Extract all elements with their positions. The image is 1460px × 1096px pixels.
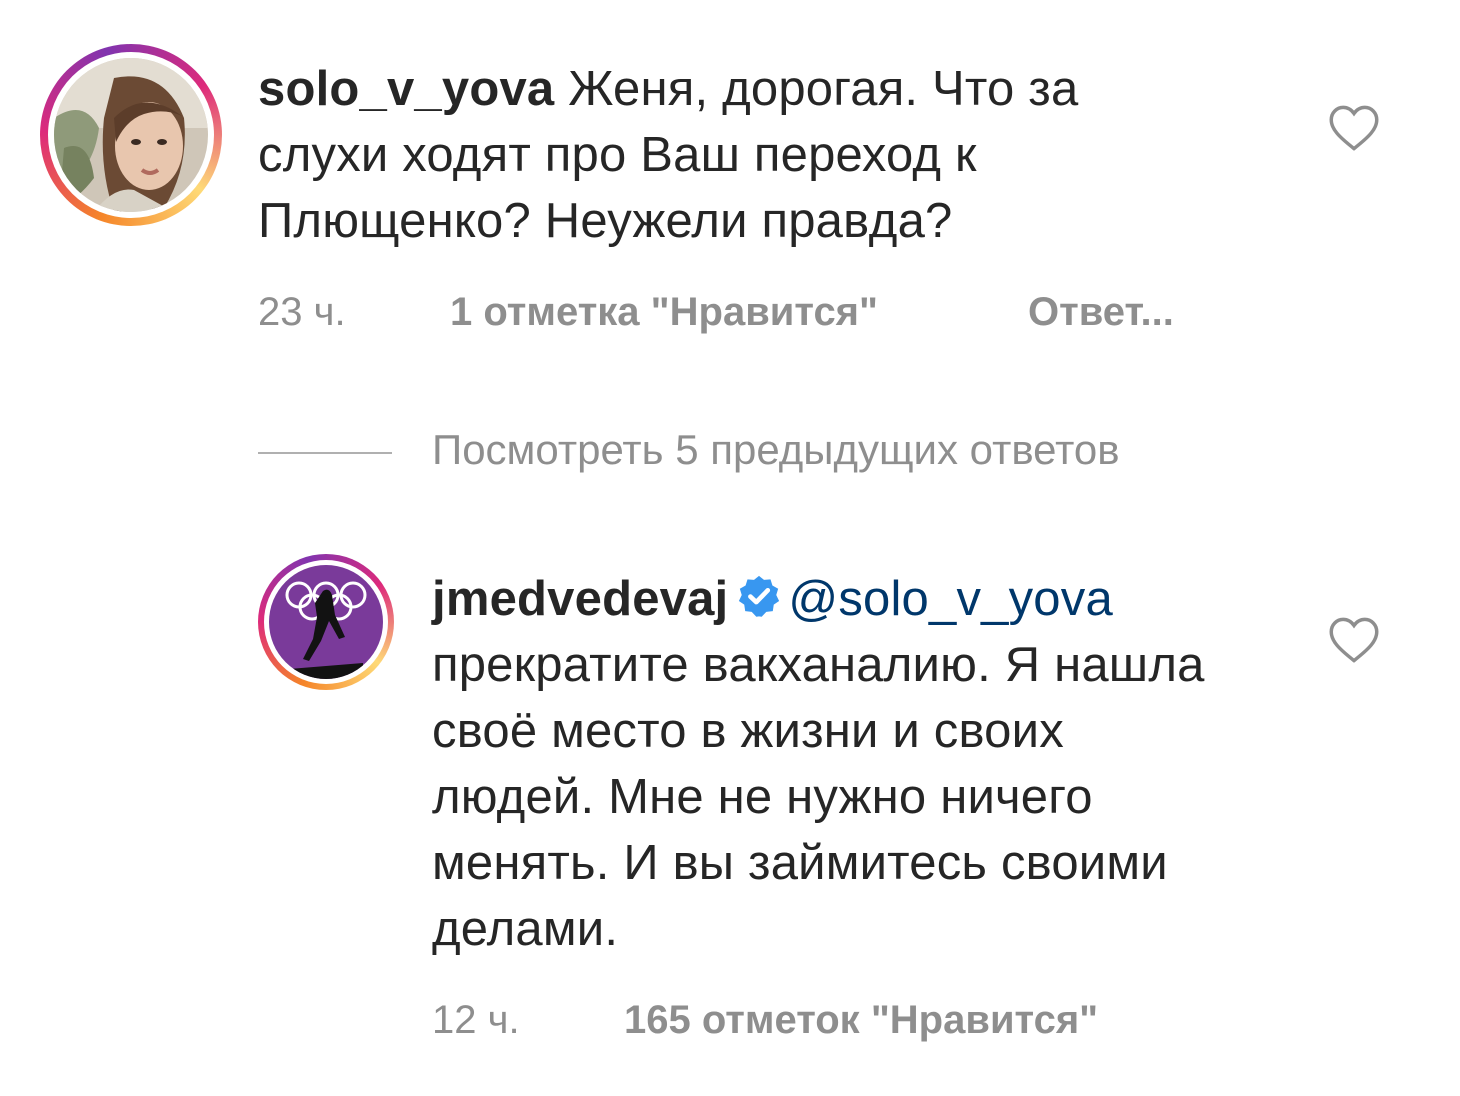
comment-text-block: solo_v_yova Женя, дорогая. Что за слухи … — [258, 56, 1198, 254]
comment-likes-count[interactable]: 1 отметка "Нравится" — [450, 290, 878, 335]
thread-divider-line — [258, 452, 392, 454]
comment-time: 23 ч. — [258, 290, 346, 334]
comment-solo-v-yova: solo_v_yova Женя, дорогая. Что за слухи … — [0, 0, 1460, 380]
avatar-photo — [269, 565, 383, 679]
avatar-photo — [54, 58, 208, 212]
avatar-olympic-silhouette-image — [269, 565, 383, 679]
avatar-solo-v-yova[interactable] — [40, 44, 222, 226]
reply-meta-row: 12 ч. — [432, 998, 520, 1043]
reply-mention-link[interactable]: @solo_v_yova — [788, 572, 1113, 626]
comment-meta-row: 23 ч. — [258, 290, 346, 335]
verified-badge-icon — [739, 575, 780, 617]
comment-username[interactable]: solo_v_yova — [258, 62, 554, 116]
reply-label[interactable]: Ответ... — [1028, 290, 1174, 334]
like-heart-icon[interactable] — [1328, 616, 1380, 664]
view-previous-replies-link[interactable]: Посмотреть 5 предыдущих ответов — [432, 426, 1120, 474]
comment-jmedvedevaj: jmedvedevaj @solo_v_yova прекратите вакх… — [0, 540, 1460, 1080]
avatar-jmedvedevaj[interactable] — [258, 554, 394, 690]
avatar-portrait-image — [54, 58, 208, 212]
like-heart-icon[interactable] — [1328, 104, 1380, 152]
likes-label[interactable]: 1 отметка "Нравится" — [450, 290, 878, 334]
comment-reply-button[interactable]: Ответ... — [1028, 290, 1174, 335]
reply-text: прекратите вакханалию. Я нашла своё мест… — [432, 638, 1205, 956]
likes-label[interactable]: 165 отметок "Нравится" — [624, 998, 1098, 1042]
reply-username[interactable]: jmedvedevaj — [432, 572, 728, 626]
reply-time: 12 ч. — [432, 998, 520, 1042]
reply-likes-count[interactable]: 165 отметок "Нравится" — [624, 998, 1098, 1043]
reply-text-block: jmedvedevaj @solo_v_yova прекратите вакх… — [432, 566, 1212, 962]
